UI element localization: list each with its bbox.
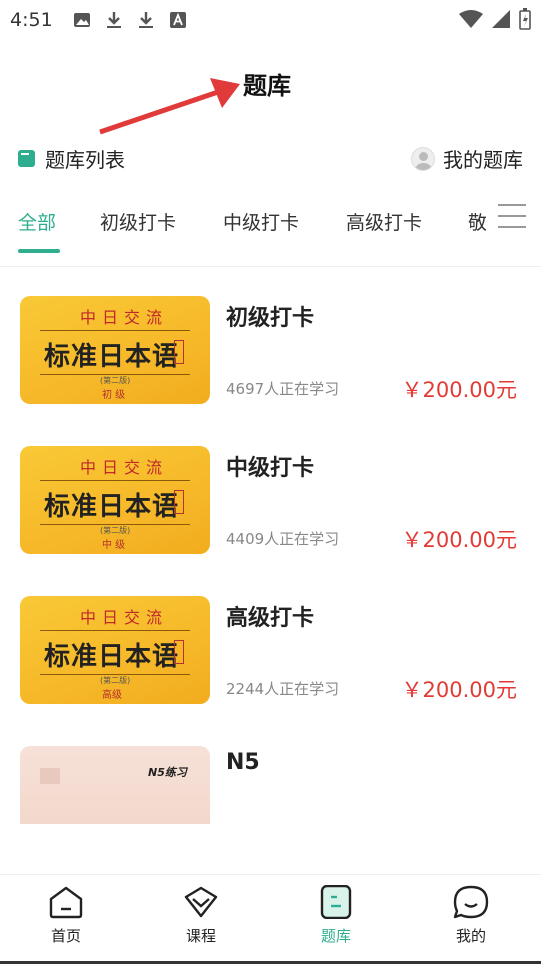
my-question-bank-label: 我的题库 [443, 148, 523, 172]
nav-course-label: 课程 [185, 927, 216, 945]
course-cover-image: 中日交流 标准日本语 (第二版) 中 级 [20, 446, 210, 554]
annotation-arrow-icon [99, 78, 240, 135]
cover-brand: 中日交流 [80, 308, 169, 327]
cover-level: 初 级 [102, 390, 126, 401]
cover-level: 中 级 [102, 540, 126, 551]
menu-icon[interactable] [498, 204, 526, 230]
list-item[interactable]: 中日交流 标准日本语 (第二版) 初 级 初级打卡 4697人正在学习 ￥200… [0, 296, 541, 408]
profile-icon [453, 885, 489, 919]
cover-brand: 中日交流 [80, 458, 169, 477]
status-time: 4:51 [10, 9, 53, 31]
system-icons [459, 8, 531, 34]
download-icon [105, 11, 123, 29]
image-icon [73, 11, 91, 29]
course-name: 中级打卡 [226, 456, 315, 481]
course-cover-image: 中日交流 标准日本语 (第二版) 高级 [20, 596, 210, 704]
nav-home[interactable]: 首页 [26, 885, 106, 946]
status-bar: 4:51 [0, 0, 541, 40]
notification-icons [73, 11, 187, 29]
cover-edition: (第二版) [100, 526, 131, 535]
list-item[interactable]: N5练习 N5 [0, 746, 541, 824]
cover-edition: (第二版) [100, 676, 131, 685]
category-tabs: 全部 初级打卡 中级打卡 高级打卡 敬 [0, 194, 541, 256]
nav-question-bank-label: 题库 [320, 927, 351, 945]
bottom-navigation: 首页 课程 题库 我的 [0, 874, 541, 964]
list-item[interactable]: 中日交流 标准日本语 (第二版) 中 级 中级打卡 4409人正在学习 ￥200… [0, 446, 541, 558]
list-icon [18, 150, 35, 167]
my-question-bank-button[interactable]: 我的题库 [411, 144, 523, 173]
divider [0, 266, 541, 267]
cover-edition: (第二版) [100, 376, 131, 385]
cover-title: 标准日本语 [44, 342, 180, 372]
cover-level: 高级 [102, 690, 122, 701]
home-icon [49, 886, 83, 919]
list-item[interactable]: 中日交流 标准日本语 (第二版) 高级 高级打卡 2244人正在学习 ￥200.… [0, 596, 541, 708]
tab-advanced[interactable]: 高级打卡 [346, 208, 422, 235]
nav-profile[interactable]: 我的 [431, 885, 511, 946]
nav-profile-label: 我的 [455, 927, 486, 945]
course-price: ￥200.00元 [401, 528, 517, 552]
header: 题库 [0, 58, 541, 106]
text-a-icon [169, 11, 187, 29]
tab-beginner[interactable]: 初级打卡 [100, 208, 176, 235]
cover-title: N5练习 [148, 766, 187, 779]
course-name: 初级打卡 [226, 306, 315, 331]
battery-icon [519, 8, 531, 34]
tab-partial[interactable]: 敬 [468, 208, 486, 235]
download-icon [137, 11, 155, 29]
nav-question-bank[interactable]: 题库 [296, 885, 376, 946]
question-bank-icon [320, 885, 352, 919]
course-name: 高级打卡 [226, 606, 315, 631]
course-price: ￥200.00元 [401, 378, 517, 402]
cover-brand: 中日交流 [80, 608, 169, 627]
cover-title: 标准日本语 [44, 642, 180, 672]
course-icon [184, 886, 218, 918]
course-cover-image: 中日交流 标准日本语 (第二版) 初 级 [20, 296, 210, 404]
section-row: 题库列表 我的题库 [0, 138, 541, 182]
course-price: ￥200.00元 [401, 678, 517, 702]
nav-home-label: 首页 [50, 927, 81, 945]
signal-icon [491, 9, 511, 33]
question-bank-list-label: 题库列表 [45, 148, 125, 172]
learner-count: 4409人正在学习 [226, 530, 340, 548]
cover-title: 标准日本语 [44, 492, 180, 522]
learner-count: 4697人正在学习 [226, 380, 340, 398]
tab-all[interactable]: 全部 [18, 208, 56, 235]
question-bank-list-header: 题库列表 [18, 144, 125, 173]
course-cover-image: N5练习 [20, 746, 210, 824]
nav-course[interactable]: 课程 [161, 885, 241, 946]
tab-intermediate[interactable]: 中级打卡 [223, 208, 299, 235]
active-tab-indicator [18, 249, 60, 253]
wifi-icon [459, 9, 483, 33]
learner-count: 2244人正在学习 [226, 680, 340, 698]
course-name: N5 [226, 750, 260, 775]
page-title: 题库 [243, 72, 291, 100]
avatar [411, 146, 435, 171]
